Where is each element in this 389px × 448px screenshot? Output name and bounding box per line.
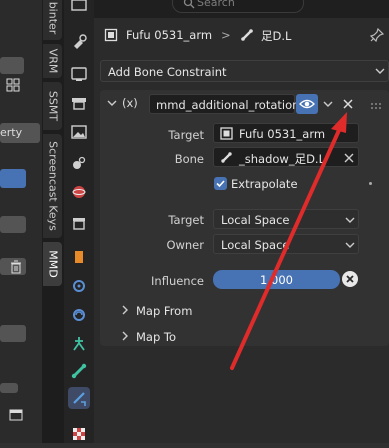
annotation-arrow <box>230 112 347 370</box>
